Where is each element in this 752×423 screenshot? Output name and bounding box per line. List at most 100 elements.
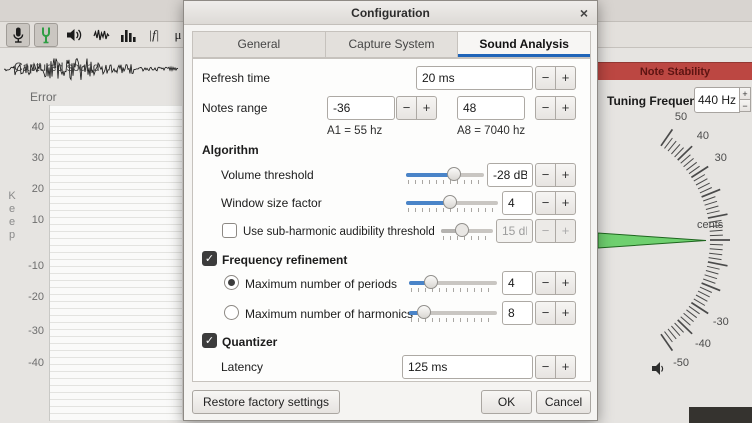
notes-range-max-plus-button[interactable]: + (555, 96, 576, 120)
microphone-icon (8, 25, 28, 45)
dialog-titlebar[interactable]: Configuration × (184, 1, 597, 25)
refresh-time-minus-button[interactable]: − (535, 66, 556, 90)
slider-handle[interactable] (447, 167, 461, 181)
slider-handle (455, 223, 469, 237)
notes-range-min-minus-button[interactable]: − (396, 96, 417, 120)
algorithm-header: Algorithm (202, 143, 259, 157)
refresh-time-input[interactable] (416, 66, 533, 90)
max-harmonics-minus-button[interactable]: − (535, 301, 556, 325)
max-harmonics-plus-button[interactable]: + (555, 301, 576, 325)
configuration-dialog: Configuration × General Capture System S… (183, 0, 598, 421)
axis-label: -40 (14, 357, 44, 369)
formula-icon: |f| (144, 25, 164, 45)
max-harmonics-radio[interactable] (224, 305, 239, 320)
notes-range-min-input[interactable] (327, 96, 395, 120)
cents-gauge: 50 40 30 -30 -40 -50 cents (585, 95, 752, 423)
tab-sound-analysis[interactable]: Sound Analysis (458, 32, 590, 57)
axis-label: -20 (14, 291, 44, 303)
captured-sound-label: Captured sound (14, 60, 99, 74)
subharmonic-input (496, 219, 533, 243)
max-harmonics-input[interactable] (502, 301, 533, 325)
gauge-tick-label: 40 (697, 130, 709, 142)
latency-minus-button[interactable]: − (535, 355, 556, 379)
max-periods-radio[interactable] (224, 275, 239, 290)
close-icon[interactable]: × (580, 1, 588, 25)
window-size-factor-input[interactable] (502, 191, 533, 215)
slider-handle[interactable] (424, 275, 438, 289)
subharmonic-plus-button: + (555, 219, 576, 243)
max-periods-label: Maximum number of periods (245, 277, 397, 291)
slider-handle[interactable] (443, 195, 457, 209)
notes-range-max-minus-button[interactable]: − (535, 96, 556, 120)
volume-threshold-label: Volume threshold (221, 168, 314, 182)
axis-label: -30 (14, 325, 44, 337)
notes-range-max-hint: A8 = 7040 hz (457, 125, 525, 137)
gauge-dial (585, 95, 752, 423)
sound-analysis-panel: Refresh time − + Notes range − + − + A1 … (192, 58, 591, 382)
axis-label: -10 (14, 260, 44, 272)
volume-view-button[interactable] (62, 23, 86, 47)
notes-range-min-plus-button[interactable]: + (416, 96, 437, 120)
latency-label: Latency (221, 360, 263, 374)
statistics-view-button[interactable]: |f| (142, 23, 166, 47)
ok-button[interactable]: OK (481, 390, 532, 414)
left-panel: Captured sound Error Keep 40 30 20 10 -1… (0, 48, 183, 423)
dialog-tabs: General Capture System Sound Analysis (192, 31, 591, 58)
volume-threshold-plus-button[interactable]: + (555, 163, 576, 187)
latency-input[interactable] (402, 355, 533, 379)
restore-factory-button[interactable]: Restore factory settings (192, 390, 340, 414)
axis-label: 30 (14, 152, 44, 164)
frequency-refinement-checkbox[interactable]: ✓ (202, 251, 217, 266)
slider-handle[interactable] (417, 305, 431, 319)
window-size-factor-plus-button[interactable]: + (555, 191, 576, 215)
volume-threshold-input[interactable] (487, 163, 533, 187)
notes-range-max-input[interactable] (457, 96, 525, 120)
frequency-refinement-label: Frequency refinement (222, 253, 347, 267)
window-size-factor-minus-button[interactable]: − (535, 191, 556, 215)
notes-range-min-hint: A1 = 55 hz (327, 125, 382, 137)
tuner-toggle-button[interactable] (34, 23, 58, 47)
tuning-fork-icon (36, 25, 56, 45)
statusbar-fragment (689, 407, 752, 423)
record-toggle-button[interactable] (6, 23, 30, 47)
error-label: Error (30, 90, 57, 104)
note-stability-label: Note Stability (640, 66, 710, 78)
gauge-tick-label: -50 (673, 357, 689, 369)
waveform-view-button[interactable] (90, 23, 114, 47)
subharmonic-slider (441, 219, 493, 243)
app-window: |f| μ Captured sound Error Keep 40 30 20… (0, 0, 752, 423)
latency-plus-button[interactable]: + (555, 355, 576, 379)
refresh-time-plus-button[interactable]: + (555, 66, 576, 90)
mini-speaker-icon (650, 360, 666, 378)
gauge-tick-label: 30 (715, 152, 727, 164)
max-periods-minus-button[interactable]: − (535, 271, 556, 295)
window-size-factor-label: Window size factor (221, 196, 322, 210)
gauge-tick-label: 50 (675, 111, 687, 123)
note-stability-bar: Note Stability (598, 62, 752, 80)
max-periods-slider[interactable] (409, 271, 497, 295)
window-size-factor-slider[interactable] (406, 191, 498, 215)
tab-general[interactable]: General (193, 32, 326, 57)
tab-capture-system[interactable]: Capture System (326, 32, 459, 57)
axis-label: 40 (14, 121, 44, 133)
max-periods-input[interactable] (502, 271, 533, 295)
volume-threshold-minus-button[interactable]: − (535, 163, 556, 187)
axis-label: 20 (14, 183, 44, 195)
subharmonic-minus-button: − (535, 219, 556, 243)
quantizer-label: Quantizer (222, 335, 277, 349)
cents-label: cents (697, 219, 723, 231)
gauge-tick-label: -30 (713, 316, 729, 328)
error-chart (49, 105, 182, 421)
speaker-icon (64, 25, 84, 45)
quantizer-checkbox[interactable]: ✓ (202, 333, 217, 348)
notes-range-label: Notes range (202, 101, 267, 115)
subharmonic-checkbox[interactable] (222, 223, 237, 238)
waveform-icon (92, 25, 112, 45)
max-harmonics-label: Maximum number of harmonics (245, 307, 413, 321)
harmonics-view-button[interactable] (116, 23, 140, 47)
volume-threshold-slider[interactable] (406, 163, 484, 187)
max-periods-plus-button[interactable]: + (555, 271, 576, 295)
gauge-tick-label: -40 (695, 338, 711, 350)
cancel-button[interactable]: Cancel (536, 390, 591, 414)
max-harmonics-slider[interactable] (409, 301, 497, 325)
